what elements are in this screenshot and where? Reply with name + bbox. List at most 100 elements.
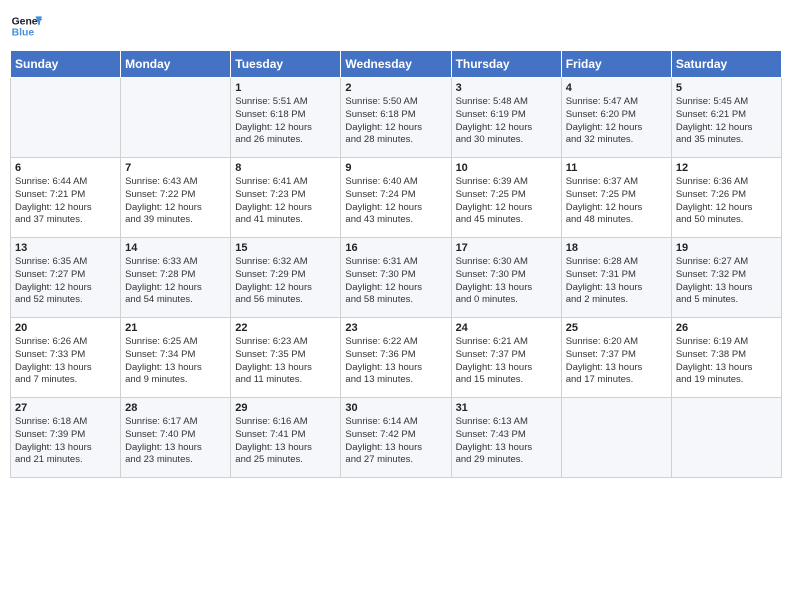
calendar-cell: 31 Sunrise: 6:13 AM Sunset: 7:43 PM Dayli…	[451, 398, 561, 478]
day-content: Sunrise: 6:41 AM Sunset: 7:23 PM Dayligh…	[235, 176, 336, 227]
day-number: 4	[566, 82, 667, 94]
page-header: General Blue	[10, 10, 782, 42]
day-number: 20	[15, 322, 116, 334]
calendar-cell: 13 Sunrise: 6:35 AM Sunset: 7:27 PM Dayli…	[11, 238, 121, 318]
day-content: Sunrise: 6:30 AM Sunset: 7:30 PM Dayligh…	[456, 256, 557, 307]
weekday-row: SundayMondayTuesdayWednesdayThursdayFrid…	[11, 51, 782, 78]
day-number: 8	[235, 162, 336, 174]
day-number: 24	[456, 322, 557, 334]
day-number: 5	[676, 82, 777, 94]
calendar-cell: 20 Sunrise: 6:26 AM Sunset: 7:33 PM Dayli…	[11, 318, 121, 398]
calendar-cell: 26 Sunrise: 6:19 AM Sunset: 7:38 PM Dayli…	[671, 318, 781, 398]
day-number: 29	[235, 402, 336, 414]
svg-text:Blue: Blue	[12, 28, 35, 39]
day-content: Sunrise: 6:40 AM Sunset: 7:24 PM Dayligh…	[345, 176, 446, 227]
calendar-cell: 7Sunrise: 6:43 AM Sunset: 7:22 PM Daylig…	[121, 158, 231, 238]
day-number: 15	[235, 242, 336, 254]
calendar-cell: 23 Sunrise: 6:22 AM Sunset: 7:36 PM Dayli…	[341, 318, 451, 398]
weekday-header-thursday: Thursday	[451, 51, 561, 78]
day-content: Sunrise: 6:22 AM Sunset: 7:36 PM Dayligh…	[345, 336, 446, 387]
calendar-cell: 16Sunrise: 6:31 AM Sunset: 7:30 PM Dayli…	[341, 238, 451, 318]
calendar-body: 1 Sunrise: 5:51 AM Sunset: 6:18 PM Daylig…	[11, 78, 782, 478]
day-number: 12	[676, 162, 777, 174]
calendar-cell: 21Sunrise: 6:25 AM Sunset: 7:34 PM Dayli…	[121, 318, 231, 398]
calendar-cell: 3 Sunrise: 5:48 AM Sunset: 6:19 PM Daylig…	[451, 78, 561, 158]
calendar-cell	[121, 78, 231, 158]
calendar-cell: 5 Sunrise: 5:45 AM Sunset: 6:21 PM Daylig…	[671, 78, 781, 158]
day-content: Sunrise: 6:17 AM Sunset: 7:40 PM Dayligh…	[125, 416, 226, 467]
calendar-cell: 1 Sunrise: 5:51 AM Sunset: 6:18 PM Daylig…	[231, 78, 341, 158]
calendar-cell: 17Sunrise: 6:30 AM Sunset: 7:30 PM Dayli…	[451, 238, 561, 318]
day-content: Sunrise: 5:47 AM Sunset: 6:20 PM Dayligh…	[566, 96, 667, 147]
calendar-cell: 10Sunrise: 6:39 AM Sunset: 7:25 PM Dayli…	[451, 158, 561, 238]
calendar-cell: 15 Sunrise: 6:32 AM Sunset: 7:29 PM Dayli…	[231, 238, 341, 318]
day-number: 1	[235, 82, 336, 94]
day-content: Sunrise: 6:18 AM Sunset: 7:39 PM Dayligh…	[15, 416, 116, 467]
weekday-header-tuesday: Tuesday	[231, 51, 341, 78]
day-content: Sunrise: 6:23 AM Sunset: 7:35 PM Dayligh…	[235, 336, 336, 387]
calendar-cell: 29 Sunrise: 6:16 AM Sunset: 7:41 PM Dayli…	[231, 398, 341, 478]
day-content: Sunrise: 6:16 AM Sunset: 7:41 PM Dayligh…	[235, 416, 336, 467]
day-number: 10	[456, 162, 557, 174]
calendar-cell: 9 Sunrise: 6:40 AM Sunset: 7:24 PM Daylig…	[341, 158, 451, 238]
calendar-cell: 14 Sunrise: 6:33 AM Sunset: 7:28 PM Dayli…	[121, 238, 231, 318]
calendar-cell: 12 Sunrise: 6:36 AM Sunset: 7:26 PM Dayli…	[671, 158, 781, 238]
day-content: Sunrise: 5:51 AM Sunset: 6:18 PM Dayligh…	[235, 96, 336, 147]
day-content: Sunrise: 5:48 AM Sunset: 6:19 PM Dayligh…	[456, 96, 557, 147]
calendar-cell: 27 Sunrise: 6:18 AM Sunset: 7:39 PM Dayli…	[11, 398, 121, 478]
weekday-header-wednesday: Wednesday	[341, 51, 451, 78]
calendar-cell: 24 Sunrise: 6:21 AM Sunset: 7:37 PM Dayli…	[451, 318, 561, 398]
weekday-header-sunday: Sunday	[11, 51, 121, 78]
calendar-cell: 6 Sunrise: 6:44 AM Sunset: 7:21 PM Daylig…	[11, 158, 121, 238]
day-number: 9	[345, 162, 446, 174]
day-number: 6	[15, 162, 116, 174]
day-number: 23	[345, 322, 446, 334]
day-content: Sunrise: 6:28 AM Sunset: 7:31 PM Dayligh…	[566, 256, 667, 307]
day-content: Sunrise: 6:20 AM Sunset: 7:37 PM Dayligh…	[566, 336, 667, 387]
day-content: Sunrise: 6:33 AM Sunset: 7:28 PM Dayligh…	[125, 256, 226, 307]
day-number: 26	[676, 322, 777, 334]
day-number: 11	[566, 162, 667, 174]
calendar-cell: 22Sunrise: 6:23 AM Sunset: 7:35 PM Dayli…	[231, 318, 341, 398]
day-content: Sunrise: 6:35 AM Sunset: 7:27 PM Dayligh…	[15, 256, 116, 307]
calendar-week-5: 27 Sunrise: 6:18 AM Sunset: 7:39 PM Dayli…	[11, 398, 782, 478]
day-content: Sunrise: 6:21 AM Sunset: 7:37 PM Dayligh…	[456, 336, 557, 387]
day-content: Sunrise: 6:19 AM Sunset: 7:38 PM Dayligh…	[676, 336, 777, 387]
calendar-header: SundayMondayTuesdayWednesdayThursdayFrid…	[11, 51, 782, 78]
day-number: 18	[566, 242, 667, 254]
calendar-cell: 25Sunrise: 6:20 AM Sunset: 7:37 PM Dayli…	[561, 318, 671, 398]
day-content: Sunrise: 5:45 AM Sunset: 6:21 PM Dayligh…	[676, 96, 777, 147]
calendar-cell: 4 Sunrise: 5:47 AM Sunset: 6:20 PM Daylig…	[561, 78, 671, 158]
day-content: Sunrise: 6:43 AM Sunset: 7:22 PM Dayligh…	[125, 176, 226, 227]
calendar-cell	[561, 398, 671, 478]
calendar-cell	[671, 398, 781, 478]
day-number: 2	[345, 82, 446, 94]
calendar-cell: 18 Sunrise: 6:28 AM Sunset: 7:31 PM Dayli…	[561, 238, 671, 318]
calendar-cell: 11 Sunrise: 6:37 AM Sunset: 7:25 PM Dayli…	[561, 158, 671, 238]
calendar-cell: 30Sunrise: 6:14 AM Sunset: 7:42 PM Dayli…	[341, 398, 451, 478]
day-number: 31	[456, 402, 557, 414]
day-number: 28	[125, 402, 226, 414]
day-content: Sunrise: 6:32 AM Sunset: 7:29 PM Dayligh…	[235, 256, 336, 307]
day-number: 3	[456, 82, 557, 94]
day-content: Sunrise: 6:26 AM Sunset: 7:33 PM Dayligh…	[15, 336, 116, 387]
calendar-week-2: 6 Sunrise: 6:44 AM Sunset: 7:21 PM Daylig…	[11, 158, 782, 238]
day-content: Sunrise: 6:27 AM Sunset: 7:32 PM Dayligh…	[676, 256, 777, 307]
day-number: 14	[125, 242, 226, 254]
day-content: Sunrise: 6:44 AM Sunset: 7:21 PM Dayligh…	[15, 176, 116, 227]
day-content: Sunrise: 6:37 AM Sunset: 7:25 PM Dayligh…	[566, 176, 667, 227]
calendar-cell: 19Sunrise: 6:27 AM Sunset: 7:32 PM Dayli…	[671, 238, 781, 318]
calendar-cell: 28 Sunrise: 6:17 AM Sunset: 7:40 PM Dayli…	[121, 398, 231, 478]
day-number: 13	[15, 242, 116, 254]
weekday-header-monday: Monday	[121, 51, 231, 78]
logo: General Blue	[10, 10, 42, 42]
calendar-week-3: 13 Sunrise: 6:35 AM Sunset: 7:27 PM Dayli…	[11, 238, 782, 318]
calendar-cell	[11, 78, 121, 158]
day-content: Sunrise: 6:36 AM Sunset: 7:26 PM Dayligh…	[676, 176, 777, 227]
day-content: Sunrise: 6:13 AM Sunset: 7:43 PM Dayligh…	[456, 416, 557, 467]
day-content: Sunrise: 6:25 AM Sunset: 7:34 PM Dayligh…	[125, 336, 226, 387]
day-number: 27	[15, 402, 116, 414]
logo-icon: General Blue	[10, 10, 42, 42]
calendar-week-4: 20 Sunrise: 6:26 AM Sunset: 7:33 PM Dayli…	[11, 318, 782, 398]
day-content: Sunrise: 6:14 AM Sunset: 7:42 PM Dayligh…	[345, 416, 446, 467]
